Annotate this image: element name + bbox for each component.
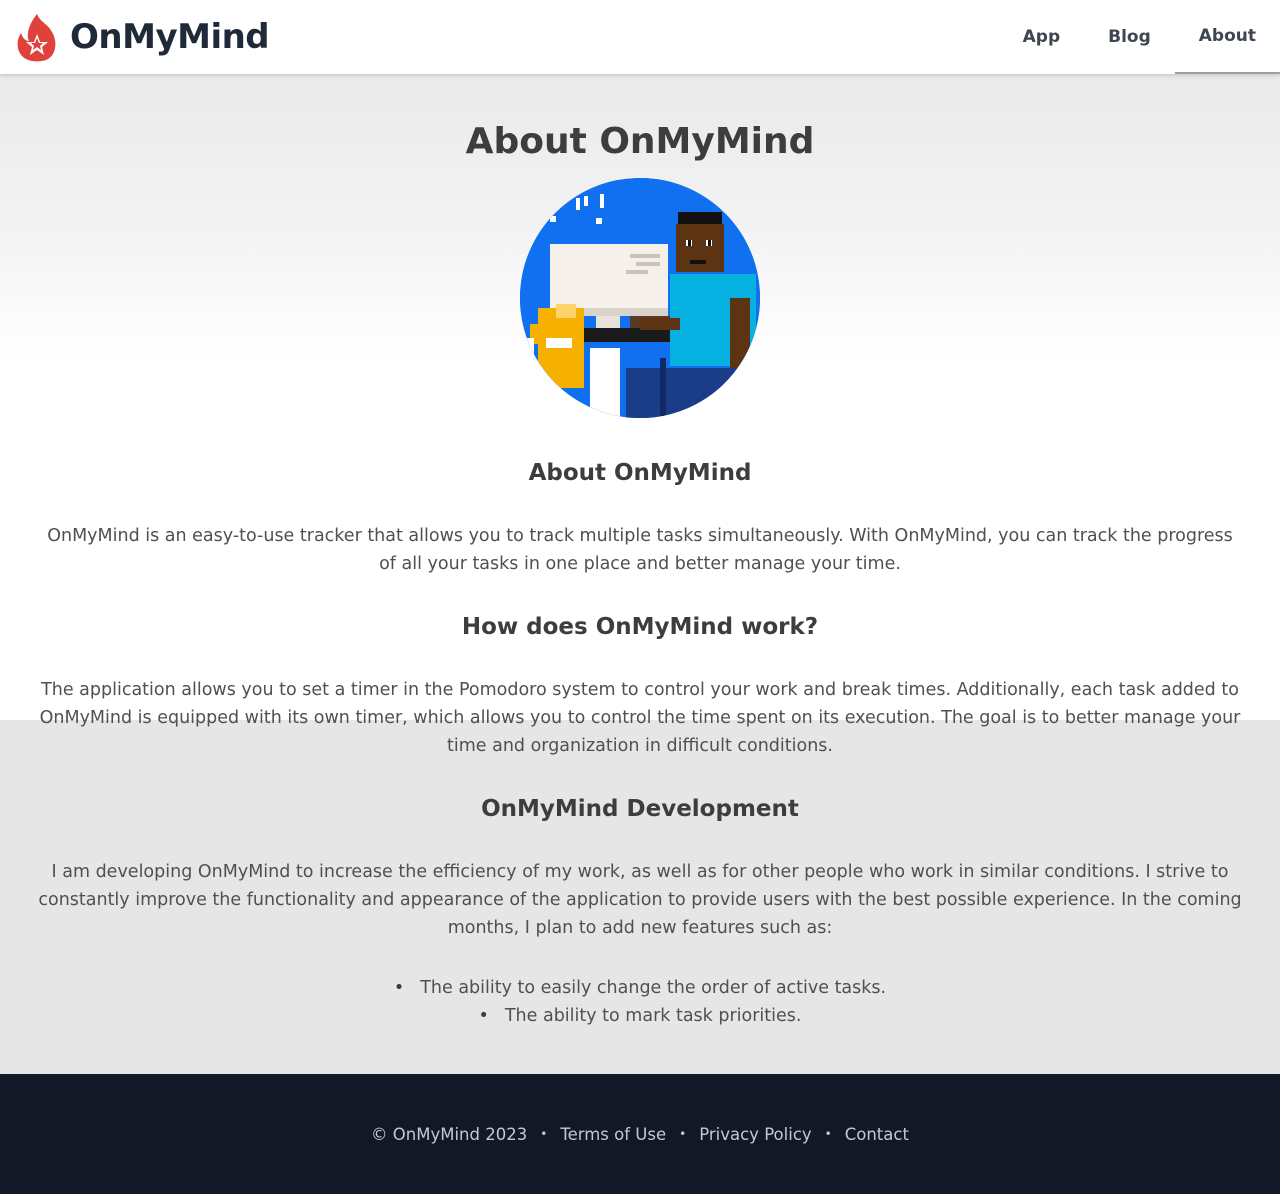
section-heading-development: OnMyMind Development <box>481 796 799 822</box>
section-heading-how: How does OnMyMind work? <box>461 614 819 640</box>
privacy-link[interactable]: Privacy Policy <box>699 1125 811 1144</box>
section-heading-about: About OnMyMind <box>528 460 752 486</box>
main-nav: App Blog About <box>999 0 1280 74</box>
section-text-how: The application allows you to set a time… <box>39 680 1241 756</box>
section-text-about: OnMyMind is an easy-to-use tracker that … <box>47 526 1233 574</box>
site-header: OnMyMind App Blog About <box>0 0 1280 74</box>
hero-image <box>520 178 760 418</box>
list-item: The ability to easily change the order o… <box>0 974 1280 1002</box>
copyright: © OnMyMind 2023 <box>371 1124 528 1144</box>
main-content: About OnMyMind About OnMyMind OnMyMind i… <box>0 74 1280 1030</box>
footer-separator: • <box>824 1127 832 1141</box>
list-item: The ability to mark task priorities. <box>0 1002 1280 1030</box>
nav-blog[interactable]: Blog <box>1084 0 1175 74</box>
contact-link[interactable]: Contact <box>845 1125 909 1144</box>
nav-about[interactable]: About <box>1174 0 1280 74</box>
terms-link[interactable]: Terms of Use <box>560 1125 666 1144</box>
logo-link[interactable]: OnMyMind <box>14 12 270 62</box>
site-footer: © OnMyMind 2023 • Terms of Use • Privacy… <box>0 1074 1280 1194</box>
feature-list: The ability to easily change the order o… <box>0 974 1280 1030</box>
footer-separator: • <box>679 1127 687 1141</box>
section-text-development: I am developing OnMyMind to increase the… <box>38 862 1242 938</box>
flame-star-icon <box>17 14 56 62</box>
brand-name: OnMyMind <box>70 17 270 57</box>
footer-separator: • <box>540 1127 548 1141</box>
hero-wrap <box>0 178 1280 418</box>
page-title: About OnMyMind <box>465 121 815 162</box>
nav-app[interactable]: App <box>999 0 1085 74</box>
